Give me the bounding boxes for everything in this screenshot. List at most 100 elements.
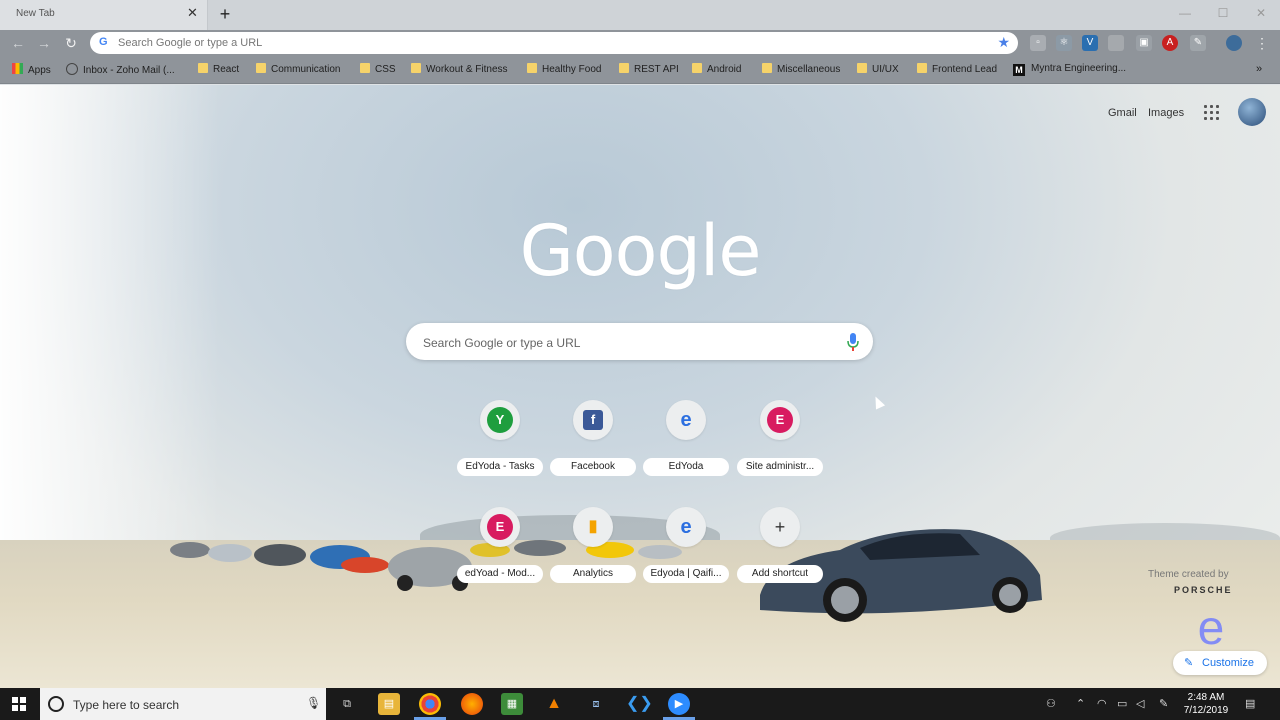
file-explorer-icon[interactable]: ▤: [378, 693, 400, 715]
bookmark-label: Communication: [271, 64, 341, 75]
maximize-button[interactable]: ☐: [1204, 0, 1242, 26]
shortcut-label: EdYoda: [643, 458, 729, 476]
bookmark-label: Miscellaneous: [777, 64, 841, 75]
google-g-icon: G: [99, 36, 108, 48]
wifi-icon[interactable]: ◠: [1097, 697, 1107, 710]
react-devtools-icon[interactable]: ⚛: [1056, 35, 1072, 51]
mouse-cursor-icon: [870, 394, 886, 410]
shortcut-analytics[interactable]: ▮ Analytics: [550, 505, 636, 587]
battery-icon[interactable]: ▭: [1117, 697, 1127, 710]
folder-icon: [527, 63, 537, 73]
facebook-icon: f: [583, 410, 603, 430]
gmail-link[interactable]: Gmail: [1108, 107, 1137, 119]
bookmark-label: Inbox - Zoho Mail (...: [83, 65, 175, 76]
bookmark-folder-miscellaneous[interactable]: Miscellaneous: [762, 63, 840, 77]
chrome-icon[interactable]: [419, 693, 441, 715]
mail-icon: [66, 63, 78, 75]
tray-chevron-icon[interactable]: ⌃: [1076, 697, 1085, 710]
vue-devtools-icon[interactable]: V: [1082, 35, 1098, 51]
bookmark-folder-rest-api[interactable]: REST API: [619, 63, 679, 77]
search-input[interactable]: Search Google or type a URL: [423, 336, 580, 350]
back-button[interactable]: ←: [8, 33, 28, 53]
extension-icon[interactable]: ▣: [1136, 35, 1152, 51]
bookmark-folder-frontend-lead[interactable]: Frontend Lead: [917, 63, 997, 77]
medium-icon: M: [1013, 64, 1025, 76]
porsche-logo[interactable]: PORSCHE: [1174, 585, 1233, 595]
shortcut-edyoda-qaifi[interactable]: e Edyoda | Qaifi...: [643, 505, 729, 587]
edyoda-icon: e: [680, 409, 692, 431]
new-tab-button[interactable]: +: [216, 4, 234, 24]
windows-start-icon[interactable]: [12, 697, 26, 711]
minimize-button[interactable]: —: [1166, 0, 1204, 26]
extension-icon[interactable]: ▫: [1030, 35, 1046, 51]
bookmark-folder-workout[interactable]: Workout & Fitness: [411, 63, 508, 77]
shortcut-edyoda-tasks[interactable]: Y EdYoda - Tasks: [457, 398, 543, 480]
customize-label: Customize: [1202, 657, 1254, 669]
shortcut-edyoad-mod[interactable]: E edYoad - Mod...: [457, 505, 543, 587]
forward-button[interactable]: →: [34, 33, 54, 53]
shortcut-facebook[interactable]: f Facebook: [550, 398, 636, 480]
new-tab-page: Gmail Images Google Search Google or typ…: [0, 85, 1280, 688]
taskbar-search[interactable]: Type here to search 🎙: [40, 688, 326, 720]
reload-button[interactable]: ↻: [61, 33, 81, 53]
extension-icon[interactable]: ✎: [1190, 35, 1206, 51]
profile-icon[interactable]: [1226, 35, 1242, 51]
volume-muted-icon[interactable]: ◁: [1136, 697, 1144, 710]
vlc-icon[interactable]: ▲: [543, 693, 565, 715]
bookmark-zoho-mail[interactable]: Inbox - Zoho Mail (...: [66, 63, 175, 77]
sheet-app-icon[interactable]: ▦: [501, 693, 523, 715]
people-icon[interactable]: ⚇: [1046, 697, 1056, 710]
account-avatar[interactable]: [1238, 98, 1266, 126]
tab-close-icon[interactable]: ✕: [187, 6, 198, 20]
bookmark-label: Workout & Fitness: [426, 64, 508, 75]
clock-date: 7/12/2019: [1183, 705, 1229, 716]
bookmark-apps[interactable]: Apps: [12, 63, 51, 77]
search-box[interactable]: Search Google or type a URL: [406, 323, 873, 360]
extension-icon[interactable]: [1108, 35, 1124, 51]
firefox-icon[interactable]: [461, 693, 483, 715]
network-app-icon[interactable]: ⧈: [585, 693, 607, 715]
customize-button[interactable]: ✎ Customize: [1173, 651, 1267, 675]
zoom-icon[interactable]: ▶: [668, 693, 690, 715]
menu-kebab-icon[interactable]: ⋮: [1252, 33, 1272, 53]
task-view-icon[interactable]: ⧉: [336, 693, 358, 715]
apps-icon: [12, 63, 23, 74]
tab-strip: New Tab ✕ + — ☐ ✕: [0, 0, 1280, 30]
adblock-icon[interactable]: A: [1162, 35, 1178, 51]
shortcut-site-administration[interactable]: E Site administr...: [737, 398, 823, 480]
theme-credit: Theme created by: [1148, 569, 1229, 580]
taskbar-search-input[interactable]: Type here to search: [73, 698, 179, 712]
tab-new-tab[interactable]: New Tab ✕: [0, 0, 208, 30]
images-link[interactable]: Images: [1148, 107, 1184, 119]
pen-icon[interactable]: ✎: [1159, 697, 1168, 710]
letter-y-icon: Y: [487, 407, 513, 433]
close-window-button[interactable]: ✕: [1242, 0, 1280, 26]
shortcut-label: Analytics: [550, 565, 636, 583]
bookmark-folder-react[interactable]: React: [198, 63, 239, 77]
bookmark-folder-healthy-food[interactable]: Healthy Food: [527, 63, 601, 77]
letter-e-icon: E: [767, 407, 793, 433]
shortcut-favicon: e: [666, 507, 706, 547]
google-apps-icon[interactable]: [1204, 105, 1220, 121]
bookmark-star-icon[interactable]: ★: [997, 34, 1010, 51]
bookmark-label: Apps: [28, 65, 51, 76]
bookmark-folder-communication[interactable]: Communication: [256, 63, 340, 77]
bookmark-folder-android[interactable]: Android: [692, 63, 741, 77]
shortcut-favicon: +: [760, 507, 800, 547]
notifications-icon[interactable]: ▤: [1245, 697, 1255, 710]
shortcut-edyoda[interactable]: e EdYoda: [643, 398, 729, 480]
microphone-icon[interactable]: 🎙: [306, 696, 321, 710]
bookmark-label: React: [213, 64, 240, 75]
system-clock[interactable]: 2:48 AM 7/12/2019: [1182, 691, 1230, 717]
bookmark-myntra[interactable]: M Myntra Engineering...: [1013, 63, 1126, 77]
bookmarks-overflow-icon[interactable]: »: [1256, 63, 1262, 77]
add-shortcut-button[interactable]: + Add shortcut: [737, 505, 823, 587]
bookmark-folder-uiux[interactable]: UI/UX: [857, 63, 899, 77]
omnibox[interactable]: G Search Google or type a URL ★: [90, 32, 1018, 54]
bookmark-folder-css[interactable]: CSS: [360, 63, 396, 77]
microphone-icon[interactable]: [846, 332, 860, 352]
shortcut-favicon: ▮: [573, 507, 613, 547]
vscode-icon[interactable]: ❮❯: [626, 693, 653, 715]
shortcut-favicon: f: [573, 400, 613, 440]
bookmark-label: CSS: [375, 64, 396, 75]
